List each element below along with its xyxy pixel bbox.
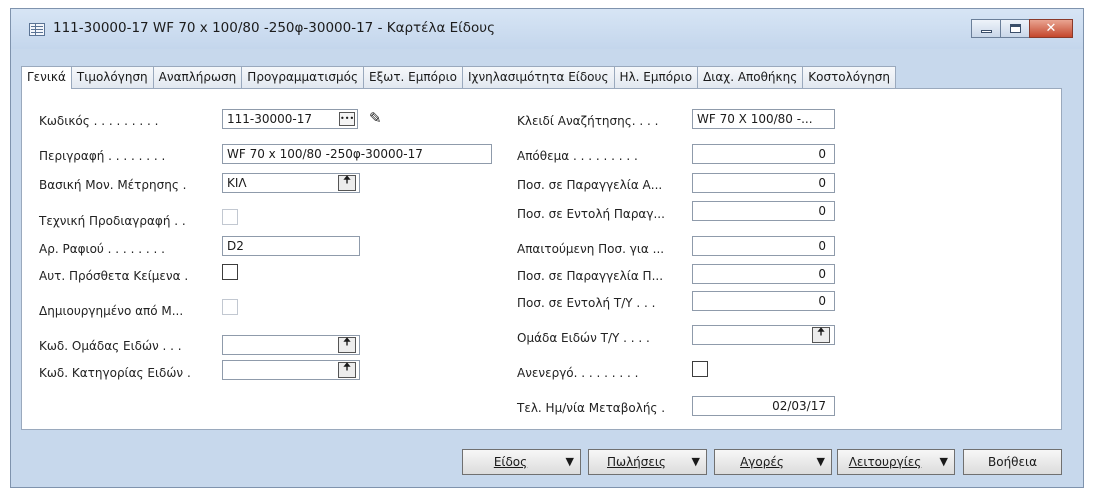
inventory-field[interactable]: 0 <box>692 144 835 164</box>
title-bar[interactable]: 111-30000-17 WF 70 x 100/80 -250φ-30000-… <box>11 9 1083 49</box>
tab-e-commerce[interactable]: Ηλ. Εμπόριο <box>613 66 699 88</box>
item-menu-label: Είδος <box>493 455 528 469</box>
tab-foreign-trade[interactable]: Εξωτ. Εμπόριο <box>363 66 463 88</box>
up-arrow-assist-icon[interactable]: 🠉 <box>812 327 830 343</box>
down-triangle-icon: ▼ <box>691 455 700 468</box>
tech-spec-checkbox <box>222 209 238 225</box>
qty-on-prod-order-field[interactable]: 0 <box>692 201 835 221</box>
inventory-label: Απόθεμα . . . . . . . . . <box>517 149 638 163</box>
tab-invoicing[interactable]: Τιμολόγηση <box>70 66 154 88</box>
window-title: 111-30000-17 WF 70 x 100/80 -250φ-30000-… <box>53 20 496 36</box>
search-key-field[interactable]: WF 70 X 100/80 -... <box>692 109 835 129</box>
functions-menu-label: Λειτουργίες <box>848 455 922 469</box>
shelf-label: Αρ. Ραφιού . . . . . . . . <box>39 242 165 256</box>
purchases-menu-button[interactable]: Αγορές ▼ <box>714 449 832 475</box>
ellipsis-lookup-icon[interactable]: ••• <box>339 112 355 126</box>
created-from-checkbox <box>222 299 238 315</box>
minimize-button[interactable] <box>971 19 1001 38</box>
down-triangle-icon: ▼ <box>816 455 825 468</box>
required-qty-label: Απαιτούμενη Ποσ. για ... <box>517 242 665 256</box>
down-triangle-icon: ▼ <box>565 455 574 468</box>
ext-text-checkbox[interactable] <box>222 264 238 280</box>
qty-on-prod-order-label: Ποσ. σε Εντολή Παραγ... <box>517 207 665 221</box>
blocked-label: Ανενεργό. . . . . . . . . <box>517 366 639 380</box>
item-menu-button[interactable]: Είδος ▼ <box>462 449 581 475</box>
tab-strip: Γενικά Τιμολόγηση Αναπλήρωση Προγραμματι… <box>21 66 897 89</box>
down-triangle-icon: ▼ <box>939 455 948 468</box>
qty-on-service-order-label: Ποσ. σε Εντολή Τ/Υ . . . <box>517 296 656 310</box>
close-icon: ✕ <box>1045 21 1057 36</box>
qty-on-purchase-order-label: Ποσ. σε Παραγγελία Α... <box>517 178 663 192</box>
qty-on-service-order-field[interactable]: 0 <box>692 291 835 311</box>
code-field[interactable]: 111-30000-17 <box>222 109 358 129</box>
service-item-group-label: Ομάδα Ειδών Τ/Υ . . . . <box>517 331 650 345</box>
close-button[interactable]: ✕ <box>1029 19 1073 38</box>
pencil-icon[interactable]: ✎ <box>369 110 382 126</box>
minimize-icon <box>981 30 992 33</box>
tab-general[interactable]: Γενικά <box>21 66 72 89</box>
window-controls: ✕ <box>971 19 1073 38</box>
form-icon <box>29 23 45 36</box>
shelf-field[interactable]: D2 <box>222 236 360 256</box>
base-uom-label: Βασική Μον. Μέτρησης . <box>39 178 187 192</box>
sales-menu-label: Πωλήσεις <box>607 455 666 469</box>
group-code-label: Κωδ. Ομάδας Ειδών . . . <box>39 339 182 353</box>
qty-on-sales-order-label: Ποσ. σε Παραγγελία Π... <box>517 269 664 283</box>
tab-planning[interactable]: Προγραμματισμός <box>241 66 364 88</box>
required-qty-field[interactable]: 0 <box>692 236 835 256</box>
up-arrow-assist-icon[interactable]: 🠉 <box>338 337 356 353</box>
help-label: Βοήθεια <box>988 455 1037 469</box>
ext-text-label: Αυτ. Πρόσθετα Κείμενα . <box>39 269 189 283</box>
search-key-label: Κλειδί Αναζήτησης. . . . <box>517 114 659 128</box>
tab-replenishment[interactable]: Αναπλήρωση <box>152 66 243 88</box>
purchases-menu-label: Αγορές <box>740 455 784 469</box>
maximize-button[interactable] <box>1000 19 1030 38</box>
up-arrow-assist-icon[interactable]: 🠉 <box>338 175 356 191</box>
tech-spec-label: Τεχνική Προδιαγραφή . . <box>39 214 186 228</box>
qty-on-purchase-order-field[interactable]: 0 <box>692 173 835 193</box>
sales-menu-button[interactable]: Πωλήσεις ▼ <box>588 449 707 475</box>
maximize-icon <box>1010 24 1021 33</box>
blocked-checkbox[interactable] <box>692 361 708 377</box>
functions-menu-button[interactable]: Λειτουργίες ▼ <box>837 449 955 475</box>
qty-on-sales-order-field[interactable]: 0 <box>692 264 835 284</box>
description-label: Περιγραφή . . . . . . . . <box>39 149 166 163</box>
tab-item-tracking[interactable]: Ιχνηλασιμότητα Είδους <box>461 66 615 88</box>
tab-warehouse[interactable]: Διαχ. Αποθήκης <box>697 66 804 88</box>
created-from-label: Δημιουργημένο από Μ... <box>39 304 184 318</box>
description-field[interactable]: WF 70 x 100/80 -250φ-30000-17 <box>222 144 492 164</box>
help-button[interactable]: Βοήθεια <box>963 449 1062 475</box>
category-code-label: Κωδ. Κατηγορίας Ειδών . <box>39 366 191 380</box>
up-arrow-assist-icon[interactable]: 🠉 <box>338 362 356 378</box>
tab-costing[interactable]: Κοστολόγηση <box>802 66 897 88</box>
last-modified-field[interactable]: 02/03/17 <box>692 396 835 416</box>
last-modified-label: Τελ. Ημ/νία Μεταβολής . <box>517 401 666 415</box>
code-label: Κωδικός . . . . . . . . . <box>39 114 159 128</box>
